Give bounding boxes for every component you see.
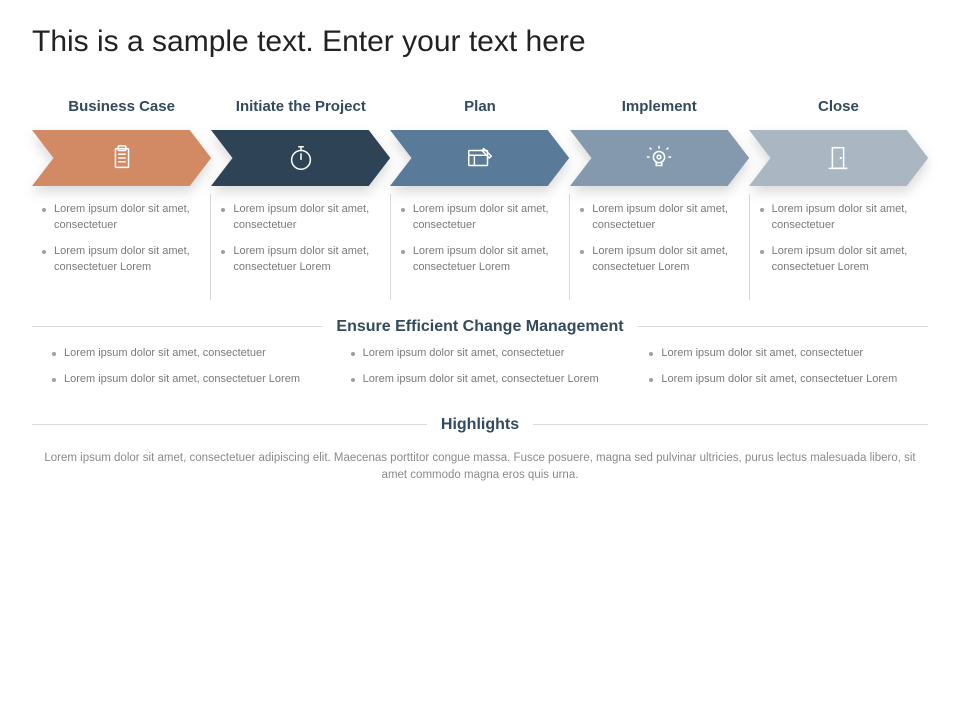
- bullet: Lorem ipsum dolor sit amet, consectetuer: [52, 346, 311, 362]
- arrow-stage-5: [749, 130, 928, 186]
- bullet: Lorem ipsum dolor sit amet, consectetuer…: [351, 372, 610, 388]
- bullet: Lorem ipsum dolor sit amet, consectetuer: [221, 202, 379, 234]
- bullet-list: Lorem ipsum dolor sit amet, consectetuer…: [401, 202, 559, 276]
- slide: This is a sample text. Enter your text h…: [0, 0, 960, 720]
- bullet: Lorem ipsum dolor sit amet, consectetuer…: [52, 372, 311, 388]
- arrow-stage-4: [570, 130, 749, 186]
- stage-body: Lorem ipsum dolor sit amet, consectetuer…: [211, 194, 390, 300]
- bullet: Lorem ipsum dolor sit amet, consectetuer: [42, 202, 200, 234]
- bullet-list: Lorem ipsum dolor sit amet, consectetuer…: [760, 202, 918, 276]
- bullet: Lorem ipsum dolor sit amet, consectetuer…: [649, 372, 908, 388]
- stage-head: Business Case: [32, 90, 211, 130]
- arrow-stage-2: [211, 130, 390, 186]
- bullet-list: Lorem ipsum dolor sit amet, consectetuer…: [42, 202, 200, 276]
- bullet: Lorem ipsum dolor sit amet, consectetuer…: [42, 244, 200, 276]
- stage-head: Initiate the Project: [211, 90, 390, 130]
- plan-board-icon: [465, 143, 495, 173]
- change-title: Ensure Efficient Change Management: [322, 318, 637, 336]
- divider: [638, 326, 928, 327]
- stopwatch-icon: [286, 143, 316, 173]
- bullet: Lorem ipsum dolor sit amet, consectetuer…: [580, 244, 738, 276]
- bullet-list: Lorem ipsum dolor sit amet, consectetuer…: [351, 346, 610, 388]
- stage-bullets-row: Lorem ipsum dolor sit amet, consectetuer…: [32, 194, 928, 300]
- bullet-list: Lorem ipsum dolor sit amet, consectetuer…: [580, 202, 738, 276]
- bullet: Lorem ipsum dolor sit amet, consectetuer…: [760, 244, 918, 276]
- bullet: Lorem ipsum dolor sit amet, consectetuer: [580, 202, 738, 234]
- chevron-arrows: [32, 130, 928, 186]
- bullet: Lorem ipsum dolor sit amet, consectetuer…: [401, 244, 559, 276]
- bullet: Lorem ipsum dolor sit amet, consectetuer: [760, 202, 918, 234]
- bullet-list: Lorem ipsum dolor sit amet, consectetuer…: [52, 346, 311, 388]
- divider: [533, 424, 928, 425]
- bullet: Lorem ipsum dolor sit amet, consectetuer: [351, 346, 610, 362]
- divider: [32, 326, 322, 327]
- change-col: Lorem ipsum dolor sit amet, consectetuer…: [649, 346, 908, 398]
- stage-body: Lorem ipsum dolor sit amet, consectetuer…: [570, 194, 749, 300]
- door-icon: [823, 143, 853, 173]
- clipboard-icon: [107, 143, 137, 173]
- stage-body: Lorem ipsum dolor sit amet, consectetuer…: [32, 194, 211, 300]
- highlights-text: Lorem ipsum dolor sit amet, consectetuer…: [32, 444, 928, 485]
- change-col: Lorem ipsum dolor sit amet, consectetuer…: [351, 346, 610, 398]
- highlights-title: Highlights: [427, 416, 533, 434]
- divider: [32, 424, 427, 425]
- arrow-stage-1: [32, 130, 211, 186]
- bullet: Lorem ipsum dolor sit amet, consectetuer: [401, 202, 559, 234]
- lightbulb-icon: [644, 143, 674, 173]
- stage-head: Close: [749, 90, 928, 130]
- bullet: Lorem ipsum dolor sit amet, consectetuer…: [221, 244, 379, 276]
- stage-body: Lorem ipsum dolor sit amet, consectetuer…: [750, 194, 928, 300]
- change-section-header: Ensure Efficient Change Management: [32, 318, 928, 336]
- highlights-section-header: Highlights: [32, 416, 928, 434]
- bullet-list: Lorem ipsum dolor sit amet, consectetuer…: [221, 202, 379, 276]
- bullet: Lorem ipsum dolor sit amet, consectetuer: [649, 346, 908, 362]
- bullet-list: Lorem ipsum dolor sit amet, consectetuer…: [649, 346, 908, 388]
- stage-head: Plan: [390, 90, 569, 130]
- arrow-stage-3: [390, 130, 569, 186]
- change-columns: Lorem ipsum dolor sit amet, consectetuer…: [32, 346, 928, 398]
- stage-head: Implement: [570, 90, 749, 130]
- stage-body: Lorem ipsum dolor sit amet, consectetuer…: [391, 194, 570, 300]
- change-col: Lorem ipsum dolor sit amet, consectetuer…: [52, 346, 311, 398]
- page-title: This is a sample text. Enter your text h…: [32, 24, 928, 60]
- stage-headers: Business Case Initiate the Project Plan …: [32, 90, 928, 130]
